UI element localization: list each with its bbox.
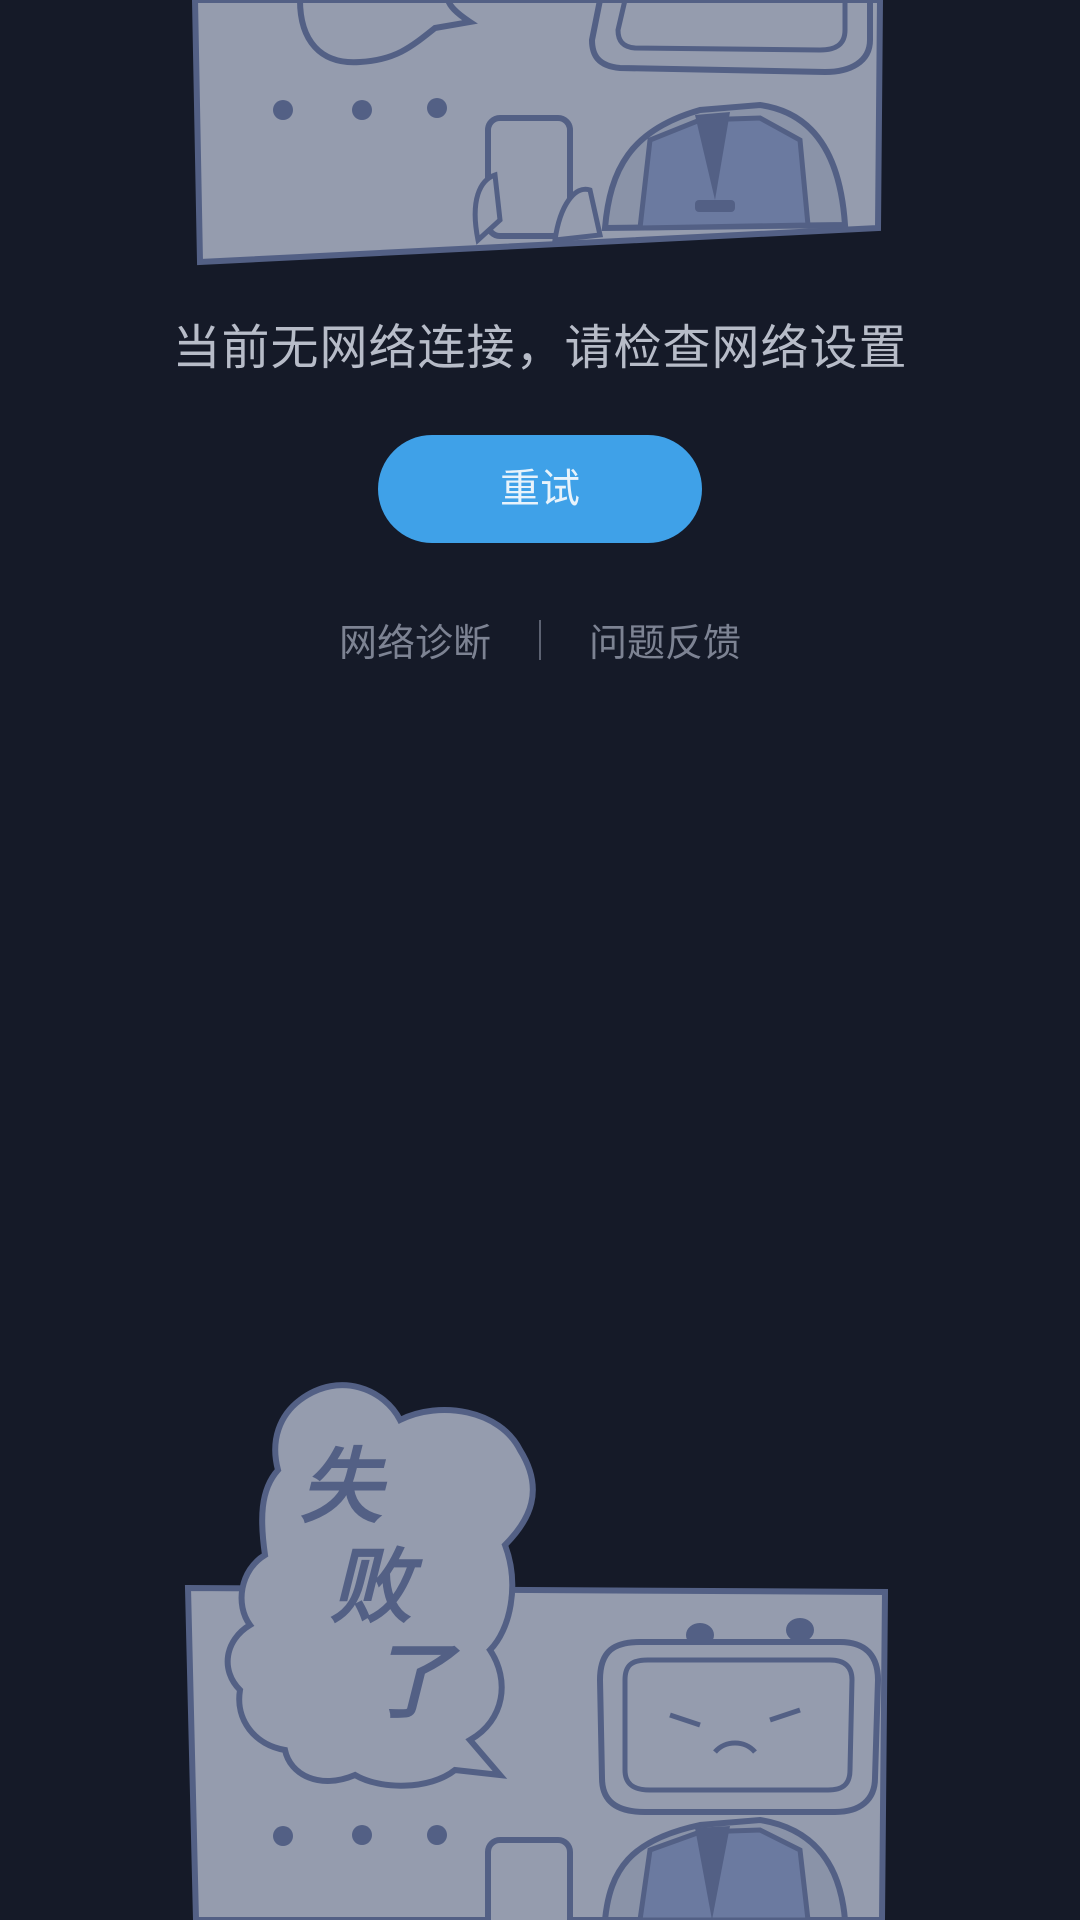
secondary-actions: 网络诊断 问题反馈 <box>0 604 1080 675</box>
tv-mascot-illustration-bottom: 失 败 了 <box>184 1382 889 1920</box>
feedback-link[interactable]: 问题反馈 <box>589 604 741 675</box>
network-error-screen: 当前无网络连接，请检查网络设置 重试 网络诊断 问题反馈 失 败 了 <box>0 0 1080 1920</box>
divider <box>539 619 541 660</box>
error-message: 当前无网络连接，请检查网络设置 <box>172 320 908 376</box>
bubble-text-1: 失 <box>300 1440 388 1535</box>
bubble-text-3: 了 <box>370 1635 460 1730</box>
bubble-text-2: 败 <box>330 1540 423 1635</box>
retry-button[interactable]: 重试 <box>378 435 702 543</box>
tv-mascot-illustration-top <box>191 0 884 266</box>
network-diagnose-link[interactable]: 网络诊断 <box>339 604 491 675</box>
